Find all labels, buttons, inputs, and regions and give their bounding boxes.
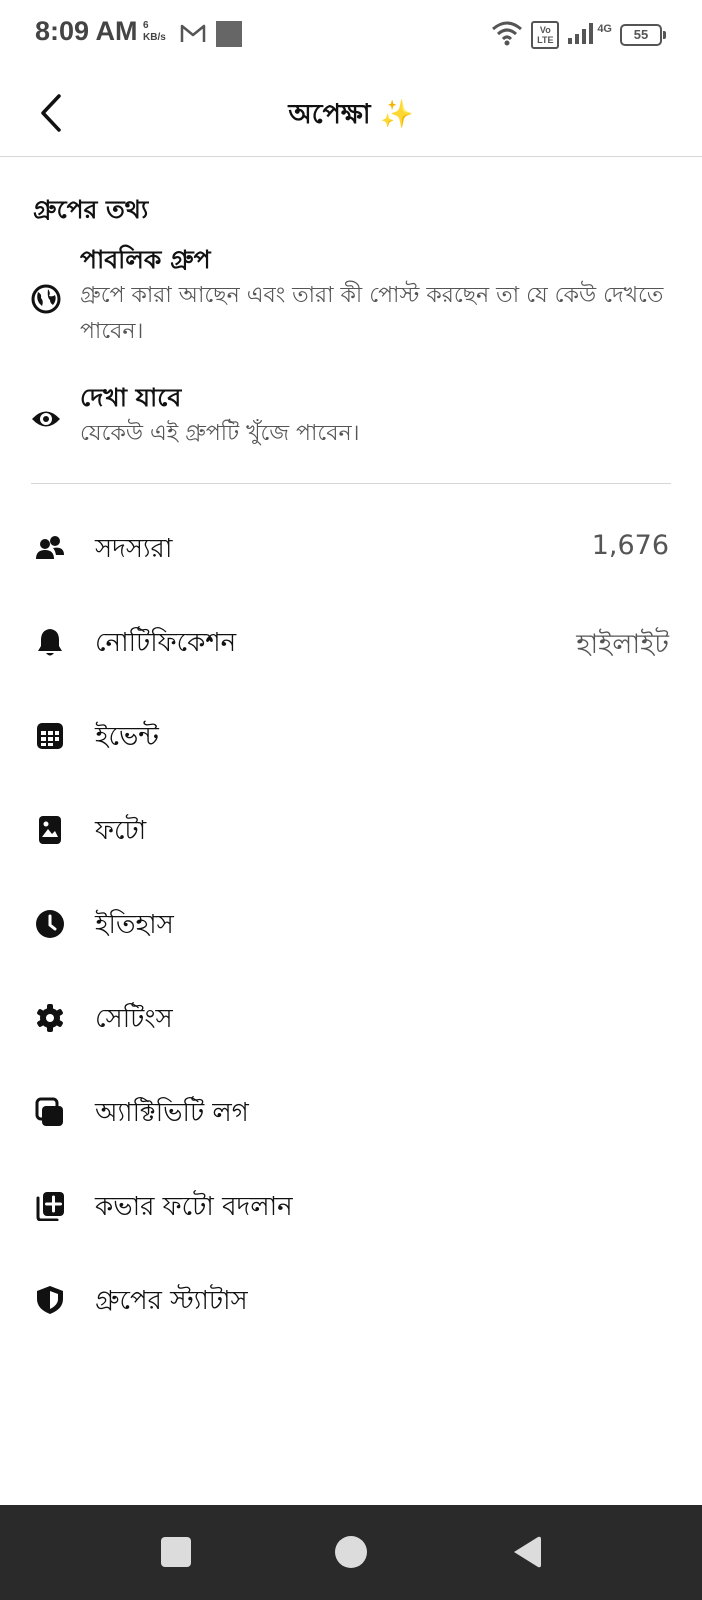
shield-icon [35, 1285, 65, 1315]
volte-label: Vo LTE [537, 25, 554, 45]
menu-item-activity-log[interactable]: অ্যাক্টিভিটি লগ [0, 1068, 702, 1156]
system-nav-bar [0, 1505, 702, 1600]
privacy-description: গ্রুপে কারা আছেন এবং তারা কী পোস্ট করছেন… [80, 283, 664, 344]
settings-label: সেটিংস [95, 1004, 173, 1034]
group-status-label: গ্রুপের স্ট্যাটাস [95, 1286, 248, 1316]
members-count: 1,676 [591, 530, 669, 561]
globe-icon [31, 284, 61, 314]
bell-icon [35, 627, 65, 657]
visibility-description: যেকেউ এই গ্রুপটি খুঁজে পাবেন। [80, 421, 360, 446]
events-label: ইভেন্ট [95, 722, 159, 752]
eye-icon [31, 404, 61, 434]
square-icon [161, 1537, 191, 1567]
members-label: সদস্যরা [95, 534, 173, 564]
wifi-icon [491, 20, 523, 50]
notifications-setting: হাইলাইট [576, 629, 669, 660]
gmail-icon [180, 22, 206, 48]
menu-item-members[interactable]: সদস্যরা 1,676 [0, 504, 702, 592]
menu-item-change-cover[interactable]: কভার ফটো বদলান [0, 1162, 702, 1250]
menu-item-photos[interactable]: ফটো [0, 786, 702, 874]
clock-icon [35, 909, 65, 939]
notification-square-icon [216, 21, 242, 47]
visibility-title: দেখা যাবে [80, 383, 182, 412]
gear-icon [35, 1003, 65, 1033]
circle-icon [335, 1536, 367, 1568]
recent-apps-button[interactable] [156, 1532, 196, 1572]
photo-icon [35, 815, 65, 845]
network-speed-value: 6 [143, 20, 149, 31]
privacy-title: পাবলিক গ্রুপ [80, 245, 211, 274]
activity-log-label: অ্যাক্টিভিটি লগ [95, 1098, 249, 1128]
menu-item-group-status[interactable]: গ্রুপের স্ট্যাটাস [0, 1256, 702, 1344]
network-speed-unit: KB/s [143, 32, 166, 43]
visibility-info: দেখা যাবে যেকেউ এই গ্রুপটি খুঁজে পাবেন। [0, 378, 702, 458]
privacy-info: পাবলিক গ্রুপ গ্রুপে কারা আছেন এবং তারা ক… [0, 240, 702, 350]
status-time: 8:09 AM [35, 16, 138, 46]
home-button[interactable] [331, 1532, 371, 1572]
menu-item-notifications[interactable]: নোটিফিকেশন হাইলাইট [0, 598, 702, 686]
back-nav-button[interactable] [506, 1532, 546, 1572]
members-icon [35, 533, 65, 563]
activity-log-icon [35, 1097, 65, 1127]
menu-item-history[interactable]: ইতিহাস [0, 880, 702, 968]
network-speed: 6 KB/s [143, 20, 166, 44]
status-icons: Vo LTE 4G 55 [491, 20, 666, 50]
menu-item-settings[interactable]: সেটিংস [0, 974, 702, 1062]
calendar-icon [35, 721, 65, 751]
change-cover-label: কভার ফটো বদলান [95, 1192, 293, 1222]
history-label: ইতিহাস [95, 910, 174, 940]
add-photo-icon [35, 1191, 65, 1222]
volte-icon: Vo LTE [531, 21, 560, 49]
page-title: অপেক্ষা ✨ [288, 99, 414, 130]
menu-item-events[interactable]: ইভেন্ট [0, 692, 702, 780]
group-info-heading: গ্রুপের তথ্য [33, 195, 149, 224]
photos-label: ফটো [95, 816, 147, 846]
notifications-label: নোটিফিকেশন [95, 628, 237, 658]
battery-level: 55 [633, 27, 649, 42]
network-type-label: 4G [597, 23, 612, 35]
app-bar: অপেক্ষা ✨ [0, 70, 702, 157]
signal-icon [567, 21, 595, 49]
battery-icon: 55 [620, 24, 666, 46]
status-bar: 8:09 AM 6 KB/s Vo LTE 4G 55 [0, 0, 702, 70]
triangle-back-icon [514, 1536, 541, 1568]
section-divider [31, 483, 671, 484]
